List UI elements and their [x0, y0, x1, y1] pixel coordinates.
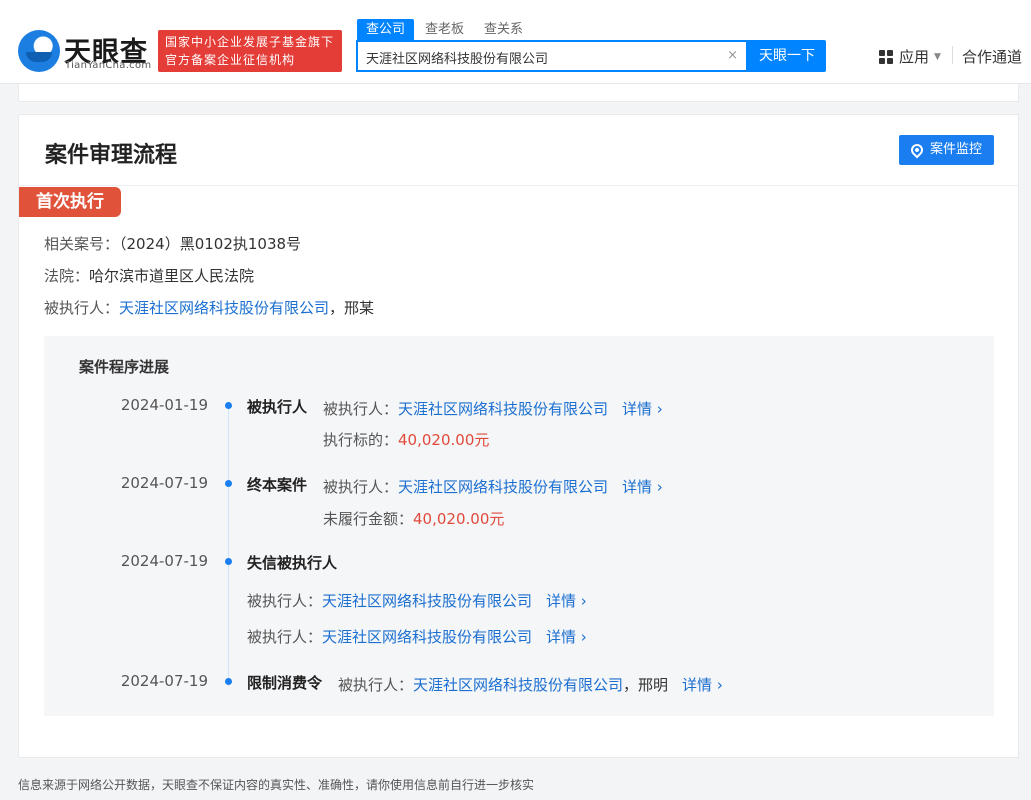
badge-line-1: 国家中小企业发展子基金旗下 [165, 35, 335, 49]
title-divider [19, 185, 1018, 186]
timeline-event: 限制消费令 [247, 674, 323, 692]
apps-grid-icon [879, 49, 893, 64]
timeline-dot [225, 402, 232, 409]
case-number-value: （2024）黑0102执1038号 [119, 235, 302, 253]
detail-link[interactable]: 详情 › [622, 400, 663, 418]
row-label: 被执行人： [247, 628, 323, 646]
court-row: 法院：哈尔滨市道里区人民法院 [44, 265, 254, 286]
timeline-axis [228, 406, 229, 686]
card-title: 案件审理流程 [45, 143, 178, 168]
detail-link[interactable]: 详情 › [622, 478, 663, 496]
apps-menu[interactable]: 应用 ▼ [879, 46, 941, 67]
search-type-tabs: 查公司 查老板 查关系 [357, 19, 534, 41]
company-link[interactable]: 天涯社区网络科技股份有限公司 [413, 676, 623, 694]
company-link[interactable]: 天涯社区网络科技股份有限公司 [322, 592, 532, 610]
timeline-title: 案件程序进展 [79, 358, 170, 376]
timeline-date: 2024-01-19 [120, 396, 208, 414]
tab-company[interactable]: 查公司 [357, 19, 415, 41]
official-badge: 国家中小企业发展子基金旗下 官方备案企业征信机构 [158, 30, 342, 72]
row-label: 被执行人： [323, 400, 399, 418]
tab-boss[interactable]: 查老板 [416, 19, 473, 41]
case-number-row: 相关案号：（2024）黑0102执1038号 [44, 233, 301, 254]
header-divider [952, 46, 953, 64]
row-label: 被执行人： [247, 592, 323, 610]
person-name: ，邢明 [623, 676, 669, 694]
executee-company-link[interactable]: 天涯社区网络科技股份有限公司 [119, 299, 329, 317]
timeline-detail-row: 被执行人：天涯社区网络科技股份有限公司 详情 › [247, 590, 587, 611]
amount-value: 40,020.00元 [413, 510, 505, 528]
case-number-label: 相关案号： [44, 235, 120, 253]
timeline-event: 被执行人 [247, 398, 308, 416]
search-button[interactable]: 天眼一下 [748, 40, 826, 72]
stage-tag: 首次执行 [19, 187, 121, 217]
timeline-date: 2024-07-19 [120, 474, 208, 492]
timeline-detail-row: 被执行人：天涯社区网络科技股份有限公司 详情 › [323, 476, 663, 497]
company-link[interactable]: 天涯社区网络科技股份有限公司 [322, 628, 532, 646]
search-input-value[interactable]: 天涯社区网络科技股份有限公司 [366, 48, 548, 67]
tianyancha-logo-icon[interactable] [18, 30, 60, 72]
top-header: 天眼查 TianYanCha.com 国家中小企业发展子基金旗下 官方备案企业征… [0, 0, 1031, 84]
executee-label: 被执行人： [44, 299, 120, 317]
disclaimer-text: 信息来源于网络公开数据，天眼查不保证内容的真实性、准确性，请你使用信息前自行进一… [18, 778, 535, 792]
row-label: 被执行人： [338, 676, 414, 694]
brand-domain: TianYanCha.com [65, 60, 152, 71]
row-label: 执行标的： [323, 431, 399, 449]
detail-link[interactable]: 详情 › [682, 676, 723, 694]
company-link[interactable]: 天涯社区网络科技股份有限公司 [398, 400, 608, 418]
timeline-panel: 案件程序进展 2024-01-19 被执行人 被执行人：天涯社区网络科技股份有限… [44, 336, 994, 716]
timeline-detail-row: 被执行人：天涯社区网络科技股份有限公司 详情 › [323, 398, 663, 419]
previous-section-bottom [18, 84, 1019, 102]
tab-relation[interactable]: 查关系 [475, 19, 532, 41]
timeline-dot [225, 678, 232, 685]
clear-icon[interactable]: × [727, 48, 738, 63]
court-value: 哈尔滨市道里区人民法院 [89, 267, 255, 285]
case-monitor-label: 案件监控 [929, 142, 982, 157]
search-input[interactable]: 天涯社区网络科技股份有限公司 × [356, 40, 748, 72]
case-monitor-button[interactable]: 案件监控 [898, 135, 994, 165]
location-pin-icon [908, 141, 926, 159]
apps-label: 应用 [899, 48, 930, 66]
executee-row: 被执行人：天涯社区网络科技股份有限公司，邢某 [44, 297, 374, 318]
timeline-event: 终本案件 [247, 476, 308, 494]
badge-line-2: 官方备案企业征信机构 [165, 53, 296, 67]
detail-link[interactable]: 详情 › [546, 628, 587, 646]
cooperation-link[interactable]: 合作通道 [962, 46, 1022, 67]
timeline-event: 失信被执行人 [247, 554, 338, 572]
case-process-card: 案件审理流程 案件监控 首次执行 相关案号：（2024）黑0102执1038号 … [18, 114, 1019, 758]
timeline-date: 2024-07-19 [120, 552, 208, 570]
timeline-amount-row: 未履行金额：40,020.00元 [323, 508, 504, 529]
timeline-detail-row: 被执行人：天涯社区网络科技股份有限公司，邢明 详情 › [338, 674, 723, 695]
executee-person: ，邢某 [329, 299, 375, 317]
row-label: 被执行人： [323, 478, 399, 496]
timeline-dot [225, 480, 232, 487]
timeline-detail-row: 被执行人：天涯社区网络科技股份有限公司 详情 › [247, 626, 587, 647]
company-link[interactable]: 天涯社区网络科技股份有限公司 [398, 478, 608, 496]
row-label: 未履行金额： [323, 510, 414, 528]
timeline-amount-row: 执行标的：40,020.00元 [323, 429, 489, 450]
amount-value: 40,020.00元 [398, 431, 490, 449]
court-label: 法院： [44, 267, 90, 285]
detail-link[interactable]: 详情 › [546, 592, 587, 610]
timeline-dot [225, 558, 232, 565]
timeline-date: 2024-07-19 [120, 672, 208, 690]
caret-down-icon: ▼ [934, 51, 941, 62]
